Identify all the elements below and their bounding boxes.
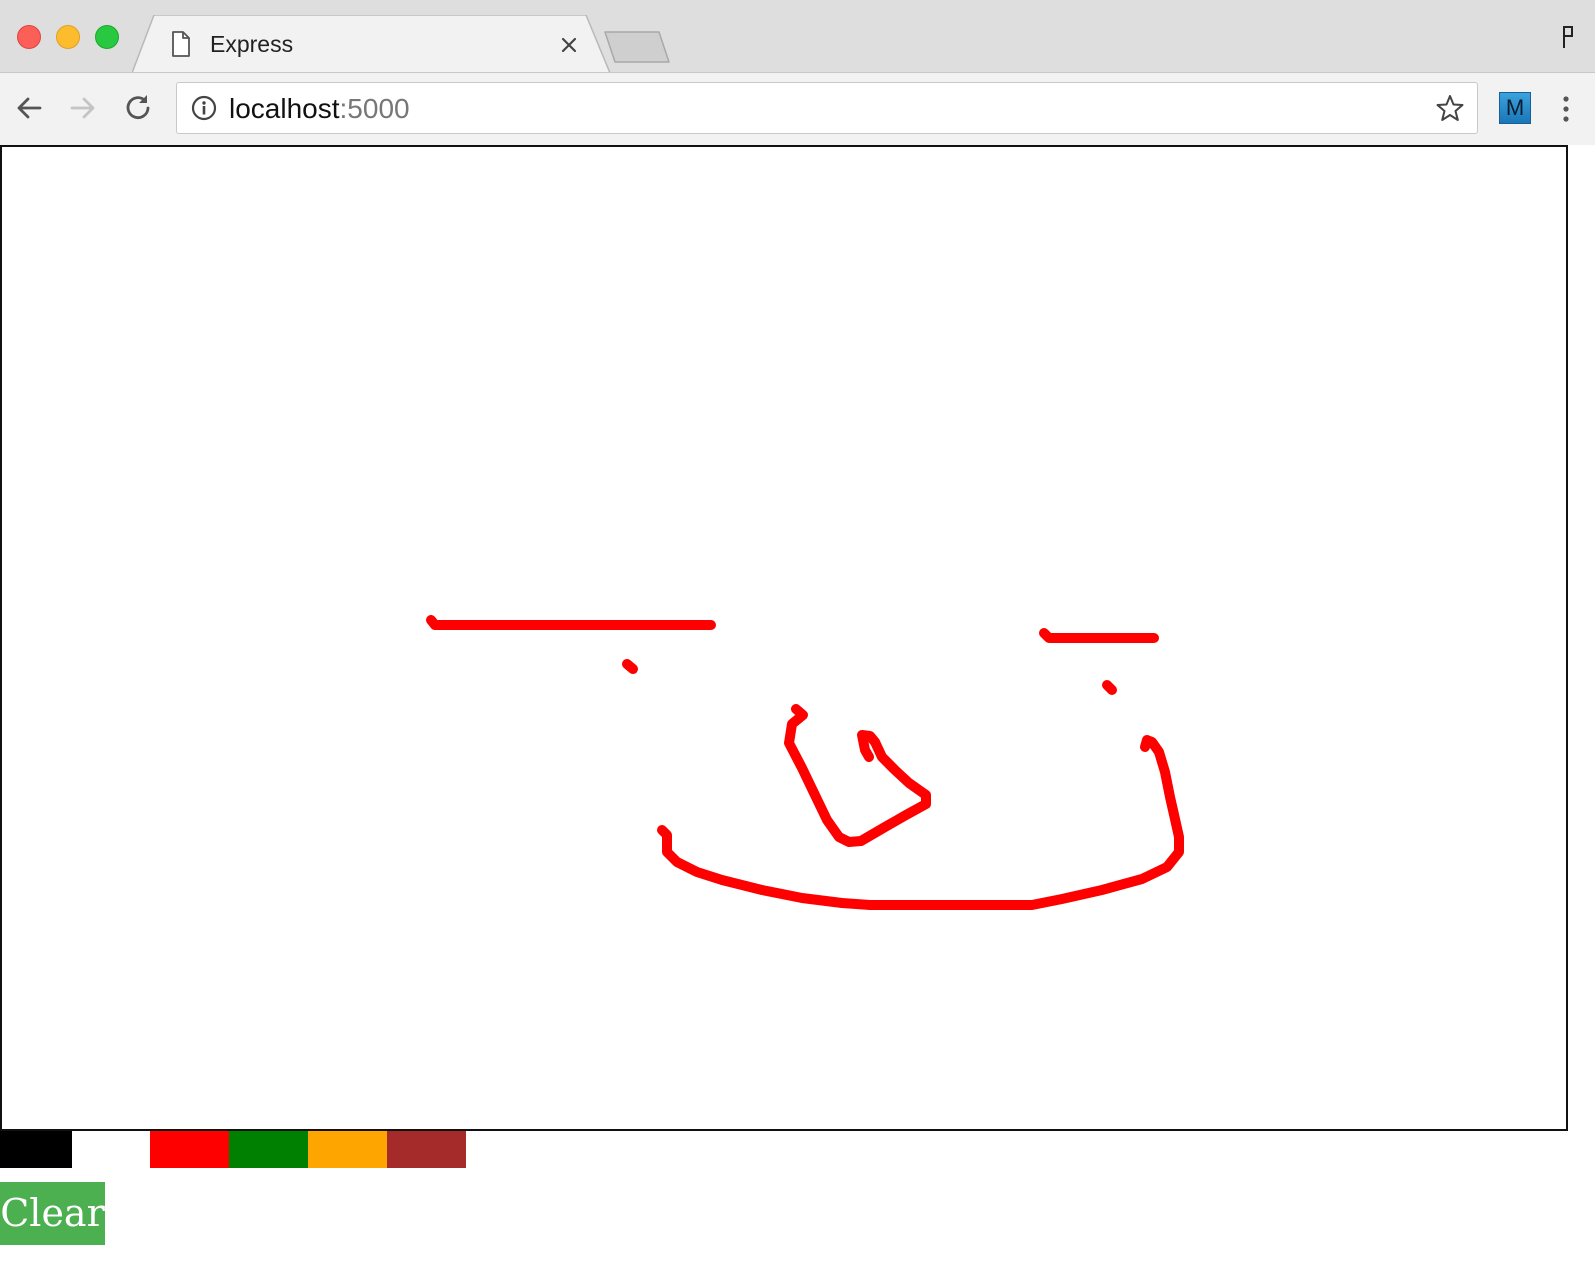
tab-strip: Express [0, 0, 1595, 73]
back-arrow-icon[interactable] [12, 91, 46, 125]
profile-icon[interactable] [1560, 24, 1576, 50]
new-tab-button[interactable] [603, 30, 673, 64]
color-swatch-white[interactable] [72, 1131, 150, 1168]
url-text: localhost:5000 [229, 93, 410, 125]
tab-active[interactable] [132, 15, 614, 73]
reload-icon[interactable] [121, 91, 155, 125]
tab-title: Express [210, 31, 294, 57]
color-palette [0, 1131, 466, 1168]
clear-button[interactable]: Clear [0, 1182, 105, 1245]
window-minimize-button[interactable] [56, 25, 80, 49]
color-swatch-orange[interactable] [308, 1131, 387, 1168]
page-content: Clear [0, 145, 1595, 1283]
info-icon[interactable] [191, 95, 217, 121]
browser-toolbar: localhost:5000 M [0, 72, 1595, 145]
extension-m-icon[interactable]: M [1499, 92, 1531, 124]
browser-menu-icon[interactable] [1560, 93, 1572, 125]
tab-close-icon[interactable] [557, 33, 581, 57]
stroke-right-eye [1102, 680, 1117, 695]
color-swatch-green[interactable] [229, 1131, 308, 1168]
stroke-mouth [657, 735, 1184, 910]
browser-window: Express localhost:5000 M Clear [0, 0, 1595, 1283]
color-swatch-brown[interactable] [387, 1131, 466, 1168]
window-close-button[interactable] [17, 25, 41, 49]
stroke-left-eyebrow [426, 615, 716, 630]
forward-arrow-icon[interactable] [66, 91, 100, 125]
address-bar[interactable]: localhost:5000 [176, 82, 1478, 134]
url-host: localhost [229, 93, 340, 124]
window-maximize-button[interactable] [95, 25, 119, 49]
drawing-canvas[interactable] [0, 145, 1568, 1131]
drawing-surface [426, 615, 1184, 910]
drawn-strokes [426, 615, 1184, 910]
color-swatch-red[interactable] [150, 1131, 229, 1168]
stroke-nose [784, 704, 931, 847]
bookmark-star-icon[interactable] [1435, 93, 1465, 123]
stroke-left-eye [622, 659, 638, 674]
stroke-right-eyebrow [1039, 628, 1159, 643]
page-icon [172, 31, 190, 57]
url-port: :5000 [339, 93, 410, 124]
color-swatch-black[interactable] [0, 1131, 72, 1168]
